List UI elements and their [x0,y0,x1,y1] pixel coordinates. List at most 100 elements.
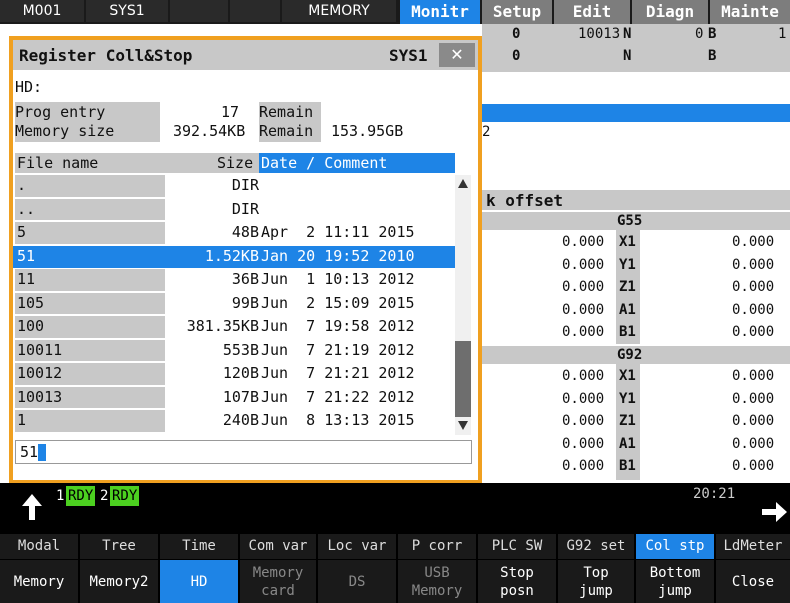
file-row[interactable]: .. DIR [13,198,455,222]
file-row[interactable]: 5 48B Apr 2 11:11 2015 [13,222,455,245]
bg-value: 2 [482,124,491,140]
file-row[interactable]: 1 240B Jun 8 13:13 2015 [13,410,455,433]
offset-value: 0.000 [562,301,605,318]
tab-maintenance[interactable]: Mainte [710,0,790,24]
bg-value: 1 [778,26,787,42]
file-name-cell [15,222,165,244]
scroll-up-icon[interactable] [458,179,468,188]
file-row[interactable]: . DIR [13,175,455,198]
menu-top-col-stp[interactable]: Col stp [636,534,714,559]
scroll-down-icon[interactable] [458,421,468,430]
file-row[interactable]: 11 36B Jun 1 10:13 2012 [13,269,455,292]
file-row[interactable]: 10013 107B Jun 7 21:22 2012 [13,386,455,410]
menu-bottom-stop-posn[interactable]: Stop posn [478,560,556,603]
mode-label: MEMORY [282,0,396,22]
file-date: Apr 2 11:11 2015 [261,223,415,241]
menu-bottom-bottom-jump[interactable]: Bottom jump [636,560,714,603]
tab-setup[interactable]: Setup [482,0,552,24]
menu-bottom-top-jump[interactable]: Top jump [558,560,634,603]
bg-value: 0 [512,26,521,42]
program-number: M001 [0,0,84,22]
axis-label: Z1 [619,279,636,295]
axis-label: Z1 [619,413,636,429]
offset-value: 0.000 [732,458,775,474]
column-size[interactable]: Size [217,154,253,172]
menu-top-modal[interactable]: Modal [0,534,78,559]
file-size: DIR [231,176,259,194]
file-size: DIR [231,199,259,218]
menu-label: Memory [252,564,304,581]
menu-top-com-var[interactable]: Com var [240,534,316,559]
file-row[interactable]: 10012 120B Jun 7 21:21 2012 [13,363,455,386]
offset-value: 0.000 [562,234,605,250]
file-size: 240B [222,411,259,429]
bg-label: B [708,26,717,42]
remain-label-2: Remain [259,122,314,140]
file-name: 100 [17,317,45,335]
filename-input[interactable]: 51 [15,440,472,464]
file-row[interactable]: 105 99B Jun 2 15:09 2015 [13,292,455,316]
dialog-system: SYS1 [389,46,428,65]
menu-top-plc-sw[interactable]: PLC SW [478,534,556,559]
bg-value: 0 [512,48,521,64]
menu-bottom-usb-memory[interactable]: USB Memory [398,560,476,603]
menu-up-arrow-icon[interactable] [14,488,50,524]
menu-label: Bottom [649,564,701,581]
tab-monitor[interactable]: Monitr [400,0,480,24]
menu-label: jump [658,582,692,599]
file-row[interactable]: 100 381.35KB Jun 7 19:58 2012 [13,316,455,339]
bg-value: 10013 [578,26,621,42]
scrollbar-thumb[interactable] [455,341,471,417]
menu-bottom-memory2[interactable]: Memory2 [80,560,158,603]
menu-bottom-close[interactable]: Close [716,560,790,603]
menu-top-p-corr[interactable]: P corr [398,534,476,559]
memory-size-label: Memory size [15,122,115,140]
file-name: 10011 [17,340,63,359]
file-name: . [17,176,27,194]
tab-edit[interactable]: Edit [554,0,630,24]
status-cell-empty-2 [230,0,280,22]
bg-label: N [623,48,632,64]
axis-label: Y1 [619,256,636,273]
file-size: 36B [231,270,259,288]
menu-right-arrow-icon[interactable] [758,497,788,527]
menu-bottom-memory-card[interactable]: Memory card [240,560,316,603]
offset-value: 0.000 [732,390,775,407]
close-icon[interactable]: ✕ [439,43,475,67]
menu-top-loc-var[interactable]: Loc var [318,534,396,559]
status-cell-empty-1 [170,0,228,22]
file-name-cell [15,198,165,220]
column-filename[interactable]: File name [17,154,98,172]
axis-label: A1 [619,435,636,452]
tab-diagnosis[interactable]: Diagn [632,0,708,24]
file-name: 105 [17,293,45,312]
menu-top-ldmeter[interactable]: LdMeter [716,534,790,559]
file-size: 553B [222,340,259,359]
menu-top-time[interactable]: Time [160,534,238,559]
menu-label: jump [579,582,613,599]
file-list: . DIR.. DIR 5 48B Apr 2 11:11 2015 51 1.52KB Jan… [13,175,455,435]
file-date: Jun 7 21:22 2012 [261,387,415,406]
file-row[interactable]: 51 1.52KB Jan 20 19:52 2010 [13,245,455,268]
offset-value: 0.000 [732,301,775,318]
axis-label: A1 [619,301,636,318]
file-name: 51 [17,246,36,265]
menu-bottom-memory[interactable]: Memory [0,560,78,603]
menu-label: Top [583,564,609,581]
menu-bottom-hd[interactable]: HD [160,560,238,603]
column-date-comment[interactable]: Date / Comment [261,154,387,172]
menu-bottom-ds[interactable]: DS [318,560,396,603]
scrollbar[interactable] [455,175,471,435]
menu-label: HD [190,573,208,590]
file-name: 1 [17,411,27,429]
offset-value: 0.000 [562,279,605,295]
file-row[interactable]: 10011 553B Jun 7 21:19 2012 [13,339,455,363]
bg-label: N [623,26,632,42]
menu-top-tree[interactable]: Tree [80,534,158,559]
axis-label: Y1 [619,390,636,407]
file-date: Jan 20 19:52 2010 [261,246,415,265]
menu-top-g92-set[interactable]: G92 set [558,534,634,559]
top-status-bar: M001 SYS1 MEMORY Monitr Setup Edit Diagn… [0,0,790,24]
menu-label: USB [424,564,450,581]
offset-value: 0.000 [732,368,775,384]
